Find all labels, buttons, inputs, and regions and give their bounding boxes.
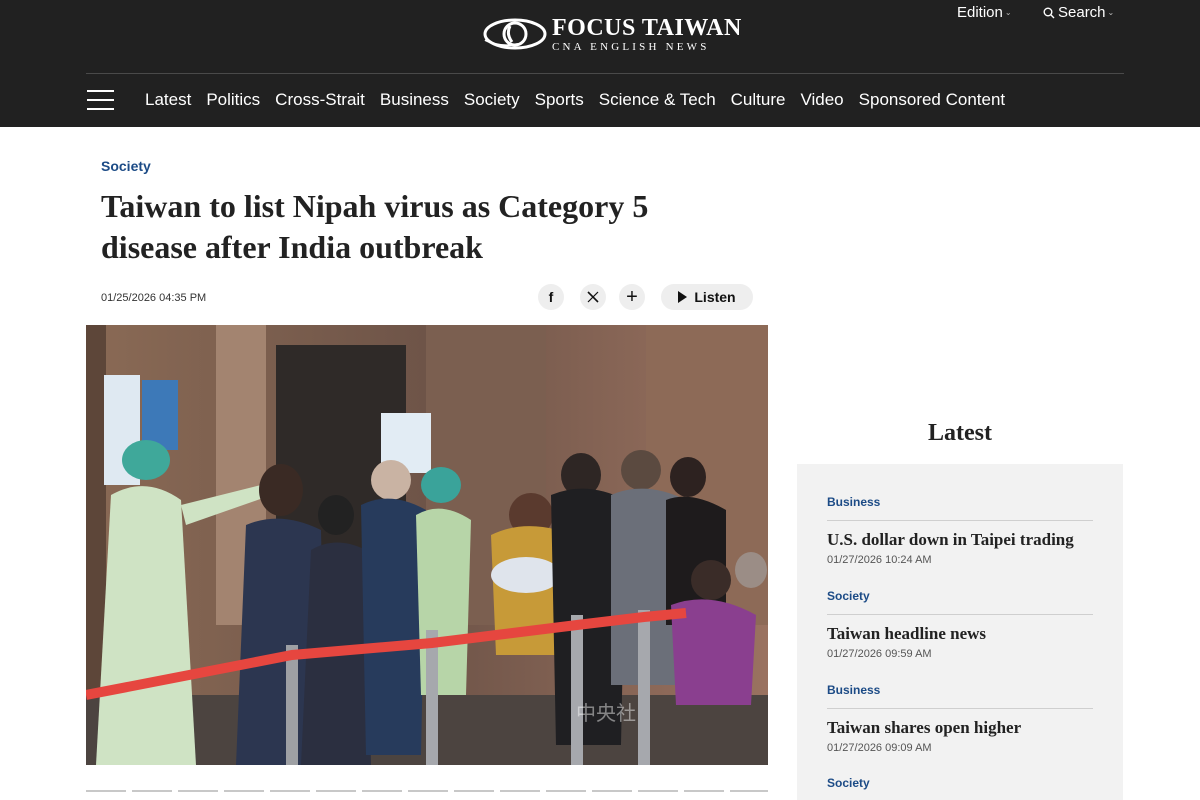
- latest-item-category[interactable]: Business: [827, 683, 1093, 700]
- header-divider: [86, 73, 1124, 74]
- latest-item-title[interactable]: Taiwan headline news: [827, 623, 1093, 645]
- chevron-down-icon: ⌄: [1004, 8, 1012, 17]
- edition-dropdown[interactable]: Edition ⌄: [957, 4, 1012, 21]
- eye-logo-icon: [483, 18, 547, 50]
- article-category[interactable]: Society: [101, 158, 151, 174]
- x-icon: [587, 291, 599, 303]
- latest-item-title[interactable]: U.S. dollar down in Taipei trading: [827, 529, 1093, 551]
- photo-watermark: 中央社: [576, 701, 636, 725]
- nav-item-cross-strait[interactable]: Cross-Strait: [275, 88, 365, 112]
- focus-taiwan-logo[interactable]: FOCUS TAIWAN CNA ENGLISH NEWS: [482, 14, 742, 54]
- more-share-button[interactable]: +: [619, 284, 645, 310]
- plus-icon: +: [626, 285, 638, 308]
- article-body-preview: [86, 790, 768, 792]
- nav-item-sports[interactable]: Sports: [535, 88, 584, 112]
- search-label: Search: [1058, 4, 1106, 21]
- x-share-button[interactable]: [580, 284, 606, 310]
- latest-item-category[interactable]: Society: [827, 776, 1093, 793]
- article-headline: Taiwan to list Nipah virus as Category 5…: [101, 188, 649, 265]
- nav-item-culture[interactable]: Culture: [731, 88, 786, 112]
- latest-item[interactable]: Society: [827, 776, 1093, 793]
- nav-item-sponsored-content[interactable]: Sponsored Content: [859, 88, 1006, 112]
- latest-item[interactable]: Business Taiwan shares open higher 01/27…: [827, 683, 1093, 754]
- search-dropdown[interactable]: Search ⌄: [1043, 4, 1114, 21]
- nav-item-society[interactable]: Society: [464, 88, 520, 112]
- article-date: 01/25/2026 04:35 PM: [101, 292, 207, 304]
- nav-item-politics[interactable]: Politics: [206, 88, 260, 112]
- latest-item[interactable]: Society Taiwan headline news 01/27/2026 …: [827, 589, 1093, 660]
- latest-item-date: 01/27/2026 09:59 AM: [827, 648, 932, 660]
- latest-list: Business U.S. dollar down in Taipei trad…: [797, 464, 1123, 800]
- divider: [827, 708, 1093, 709]
- latest-item[interactable]: Business U.S. dollar down in Taipei trad…: [827, 495, 1093, 566]
- article-photo: 中央社: [86, 325, 768, 765]
- menu-icon[interactable]: [87, 90, 114, 110]
- latest-item-date: 01/27/2026 10:24 AM: [827, 554, 932, 566]
- facebook-icon: f: [548, 289, 554, 305]
- divider: [827, 520, 1093, 521]
- divider: [827, 614, 1093, 615]
- latest-item-date: 01/27/2026 09:09 AM: [827, 742, 932, 754]
- latest-item-title[interactable]: Taiwan shares open higher: [827, 717, 1093, 739]
- listen-label: Listen: [694, 289, 736, 305]
- latest-item-category[interactable]: Business: [827, 495, 1093, 512]
- nav-item-science-tech[interactable]: Science & Tech: [599, 88, 716, 112]
- article-photo-image: 中央社: [86, 325, 768, 765]
- nav-item-business[interactable]: Business: [380, 88, 449, 112]
- main-nav: Latest Politics Cross-Strait Business So…: [145, 88, 1020, 112]
- nav-item-video[interactable]: Video: [800, 88, 843, 112]
- listen-button[interactable]: Listen: [661, 284, 753, 310]
- search-icon: [1043, 7, 1055, 18]
- nav-item-latest[interactable]: Latest: [145, 88, 191, 112]
- facebook-share-button[interactable]: f: [538, 284, 564, 310]
- edition-label: Edition: [957, 4, 1003, 21]
- logo-subtitle: CNA ENGLISH NEWS: [552, 40, 710, 53]
- logo-title: FOCUS TAIWAN: [552, 14, 742, 41]
- latest-heading: Latest: [928, 420, 992, 446]
- play-icon: [678, 291, 688, 303]
- site-header: FOCUS TAIWAN CNA ENGLISH NEWS Edition ⌄ …: [0, 0, 1200, 127]
- latest-item-category[interactable]: Society: [827, 589, 1093, 606]
- chevron-down-icon: ⌄: [1107, 8, 1115, 17]
